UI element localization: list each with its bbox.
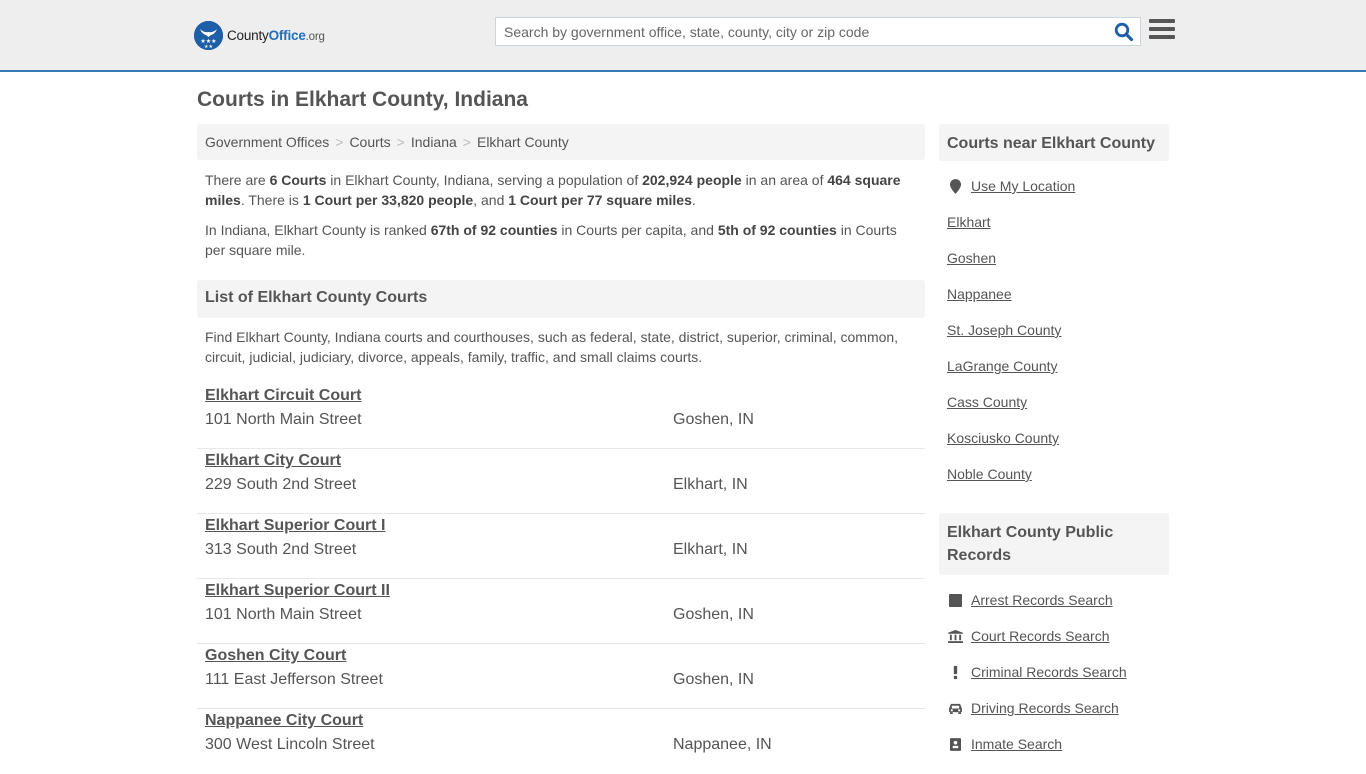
search-input[interactable] xyxy=(496,18,1106,45)
nearby-link-noble-county[interactable]: Noble County xyxy=(947,466,1032,482)
nearby-link-kosciusko-county[interactable]: Kosciusko County xyxy=(947,430,1059,446)
courthouse-icon xyxy=(947,628,963,644)
arrest-records-label: Arrest Records Search xyxy=(971,592,1113,608)
breadcrumb-elkhart-county[interactable]: Elkhart County xyxy=(477,134,569,150)
courts-list-description: Find Elkhart County, Indiana courts and … xyxy=(205,329,899,365)
highlighted-stat: 1 Court per 77 square miles xyxy=(508,192,692,208)
highlighted-stat: 1 Court per 33,820 people xyxy=(302,192,474,208)
court-name-link[interactable]: Elkhart Circuit Court xyxy=(205,387,361,405)
nearby-courts-heading: Courts near Elkhart County xyxy=(939,124,1169,161)
breadcrumb-separator: > xyxy=(462,134,471,150)
use-my-location-link[interactable]: Use My Location xyxy=(947,178,1075,194)
courts-list-heading: List of Elkhart County Courts xyxy=(197,280,925,318)
breadcrumb-separator: > xyxy=(396,134,405,150)
site-header: ★★★ ★★ CountyOffice.org xyxy=(0,0,1366,72)
nearby-link-cass-county[interactable]: Cass County xyxy=(947,394,1027,410)
court-records-link[interactable]: Court Records Search xyxy=(947,628,1110,644)
court-address: 101 North Main Street xyxy=(205,606,362,623)
court-name-link[interactable]: Elkhart Superior Court I xyxy=(205,517,385,535)
nearby-link-lagrange-county[interactable]: LaGrange County xyxy=(947,358,1058,374)
nearby-link-st-joseph-county[interactable]: St. Joseph County xyxy=(947,322,1061,338)
highlighted-stat: 202,924 people xyxy=(642,172,742,188)
court-address: 101 North Main Street xyxy=(205,411,362,428)
court-address: 111 East Jefferson Street xyxy=(205,671,383,688)
court-name-link[interactable]: Elkhart City Court xyxy=(205,452,341,470)
highlighted-stat: 6 Courts xyxy=(269,172,327,188)
court-name-link[interactable]: Goshen City Court xyxy=(205,647,346,665)
criminal-records-link[interactable]: Criminal Records Search xyxy=(947,664,1127,680)
inmate-search-label: Inmate Search xyxy=(971,736,1063,752)
map-marker-icon xyxy=(947,178,963,194)
court-city: Elkhart, IN xyxy=(673,476,748,493)
hamburger-menu-icon[interactable] xyxy=(1149,19,1175,43)
page-title: Courts in Elkhart County, Indiana xyxy=(197,88,528,111)
court-records-label: Court Records Search xyxy=(971,628,1110,644)
breadcrumb: Government Offices > Courts > Indiana > Elkhar… xyxy=(197,124,925,160)
nearby-link-goshen[interactable]: Goshen xyxy=(947,250,996,266)
intro-ranking-paragraph: In Indiana, Elkhart County is ranked 67t… xyxy=(205,222,897,258)
court-name-link[interactable]: Nappanee City Court xyxy=(205,712,363,730)
court-address: 300 West Lincoln Street xyxy=(205,736,375,753)
breadcrumb-separator: > xyxy=(335,134,344,150)
court-city: Goshen, IN xyxy=(673,411,754,428)
court-name-link[interactable]: Elkhart Superior Court II xyxy=(205,582,390,600)
court-city: Elkhart, IN xyxy=(673,541,748,558)
search-box xyxy=(495,17,1141,46)
eagle-stars-badge-icon: ★★★ ★★ xyxy=(194,20,223,50)
square-icon xyxy=(947,592,963,608)
arrest-records-link[interactable]: Arrest Records Search xyxy=(947,592,1113,608)
logo-text: CountyOffice.org xyxy=(227,27,325,43)
exclamation-icon xyxy=(947,664,963,680)
breadcrumb-government-offices[interactable]: Government Offices xyxy=(205,134,329,150)
car-icon xyxy=(947,700,963,716)
svg-text:★★: ★★ xyxy=(204,44,213,50)
criminal-records-label: Criminal Records Search xyxy=(971,664,1127,680)
highlighted-stat: 5th of 92 counties xyxy=(717,222,837,238)
court-item: Goshen City Court 111 East Jefferson Str… xyxy=(197,644,925,709)
court-city: Goshen, IN xyxy=(673,606,754,623)
breadcrumb-courts[interactable]: Courts xyxy=(349,134,390,150)
nearby-link-nappanee[interactable]: Nappanee xyxy=(947,286,1012,302)
nearby-link-elkhart[interactable]: Elkhart xyxy=(947,214,991,230)
use-my-location-label: Use My Location xyxy=(971,178,1076,194)
intro-text: There are 6 Courts in Elkhart County, In… xyxy=(205,170,910,270)
court-item: Elkhart Superior Court II 101 North Main… xyxy=(197,579,925,644)
courts-list: Elkhart Circuit Court 101 North Main Str… xyxy=(197,384,925,774)
court-address: 229 South 2nd Street xyxy=(205,476,357,493)
court-item: Elkhart City Court 229 South 2nd Street … xyxy=(197,449,925,514)
search-icon xyxy=(1114,22,1134,42)
inmate-search-link[interactable]: Inmate Search xyxy=(947,736,1062,752)
search-button[interactable] xyxy=(1114,22,1134,42)
court-item: Nappanee City Court 300 West Lincoln Str… xyxy=(197,709,925,774)
court-city: Goshen, IN xyxy=(673,671,754,688)
id-badge-icon xyxy=(947,736,963,752)
court-address: 313 South 2nd Street xyxy=(205,541,357,558)
menu-bar xyxy=(1149,27,1175,31)
menu-bar xyxy=(1149,35,1175,39)
court-item: Elkhart Circuit Court 101 North Main Str… xyxy=(197,384,925,449)
highlighted-stat: 67th of 92 counties xyxy=(430,222,558,238)
court-city: Nappanee, IN xyxy=(673,736,772,753)
breadcrumb-indiana[interactable]: Indiana xyxy=(411,134,457,150)
intro-stats-paragraph: There are 6 Courts in Elkhart County, In… xyxy=(205,172,901,208)
driving-records-label: Driving Records Search xyxy=(971,700,1119,716)
public-records-heading: Elkhart County Public Records xyxy=(939,513,1169,575)
court-item: Elkhart Superior Court I 313 South 2nd S… xyxy=(197,514,925,579)
menu-bar xyxy=(1149,19,1175,23)
driving-records-link[interactable]: Driving Records Search xyxy=(947,700,1119,716)
site-logo[interactable]: ★★★ ★★ CountyOffice.org xyxy=(194,20,325,50)
